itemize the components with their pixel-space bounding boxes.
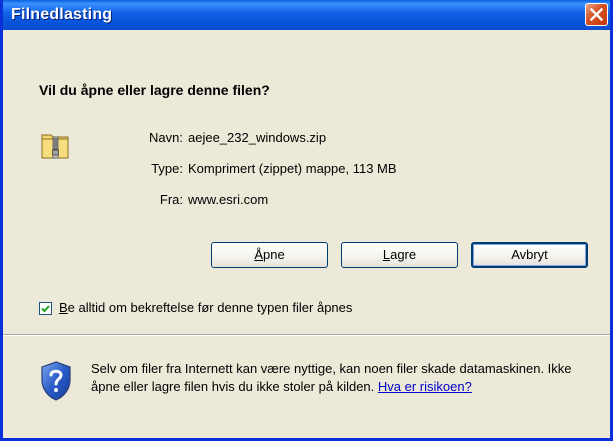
from-value: www.esri.com bbox=[188, 192, 269, 207]
save-button[interactable]: Lagre bbox=[341, 242, 458, 268]
confirm-checkbox-label[interactable]: Be alltid om bekreftelse før denne typen… bbox=[59, 300, 352, 315]
checkbox-accelerator: B bbox=[59, 300, 68, 315]
risk-link[interactable]: Hva er risikoen? bbox=[378, 379, 472, 394]
security-warning: Selv om filer fra Internett kan være nyt… bbox=[91, 360, 581, 396]
cancel-label: Avbryt bbox=[511, 247, 548, 262]
name-value: aejee_232_windows.zip bbox=[188, 130, 327, 145]
checkmark-icon bbox=[41, 305, 50, 313]
window-title: Filnedlasting bbox=[11, 6, 113, 23]
open-button[interactable]: Åpne bbox=[211, 242, 328, 268]
checkbox-text: e alltid om bekreftelse før denne typen … bbox=[67, 300, 353, 315]
divider-highlight bbox=[3, 335, 610, 336]
zip-folder-icon bbox=[41, 134, 69, 159]
open-label: pne bbox=[262, 247, 285, 262]
dialog-question: Vil du åpne eller lagre denne filen? bbox=[39, 82, 270, 98]
close-icon bbox=[590, 8, 603, 21]
file-download-dialog: Filnedlasting Vil du åpne eller lagre de… bbox=[0, 0, 613, 441]
name-label: Navn: bbox=[149, 130, 183, 145]
type-label: Type: bbox=[151, 161, 183, 176]
save-accelerator: L bbox=[382, 247, 391, 262]
open-accelerator: Å bbox=[254, 247, 263, 262]
type-value: Komprimert (zippet) mappe, 113 MB bbox=[188, 161, 397, 176]
warning-text: Selv om filer fra Internett kan være nyt… bbox=[91, 361, 572, 394]
cancel-button[interactable]: Avbryt bbox=[471, 242, 588, 268]
from-label: Fra: bbox=[159, 192, 183, 207]
close-button[interactable] bbox=[585, 3, 608, 26]
confirm-checkbox[interactable] bbox=[39, 302, 52, 315]
save-label: agre bbox=[390, 247, 417, 262]
shield-question-icon bbox=[41, 361, 71, 401]
title-bar[interactable]: Filnedlasting bbox=[3, 0, 610, 30]
